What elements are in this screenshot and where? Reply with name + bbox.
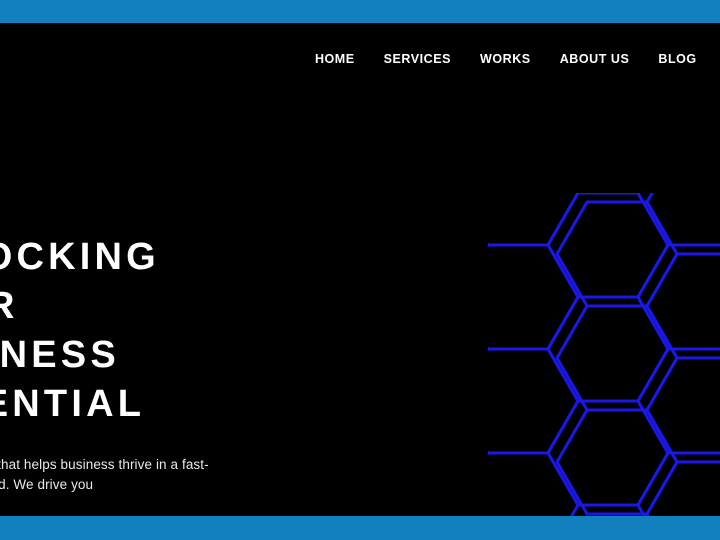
hex-layer-a	[488, 193, 720, 516]
nav-item-services[interactable]: SERVICES	[384, 53, 451, 66]
hexagon-pattern-decoration	[488, 193, 720, 516]
hero-heading-line-3: BUSINESS	[0, 334, 120, 376]
page-canvas: LOGIXIL HOME SERVICES WORKS ABOUT US BLO…	[0, 23, 720, 516]
browser-viewport: LOGIXIL HOME SERVICES WORKS ABOUT US BLO…	[0, 0, 720, 540]
nav-item-works[interactable]: WORKS	[480, 53, 531, 66]
hex-layer-b	[555, 193, 720, 516]
hero-section: UNLOCKING YOUR BUSINESS POTENTIAL A grow…	[0, 233, 452, 495]
hero-heading-line-2: YOUR	[0, 285, 19, 327]
window-top-bar	[0, 0, 720, 23]
nav-item-blog[interactable]: BLOG	[658, 53, 696, 66]
nav-item-home[interactable]: HOME	[315, 53, 355, 66]
nav-item-about-us[interactable]: ABOUT US	[560, 53, 630, 66]
hero-heading: UNLOCKING YOUR BUSINESS POTENTIAL	[0, 233, 452, 429]
window-bottom-bar	[0, 516, 720, 540]
hero-heading-line-1: UNLOCKING	[0, 236, 160, 278]
main-navigation: HOME SERVICES WORKS ABOUT US BLOG LET'S …	[315, 41, 720, 78]
hero-subtext: A growth agency that helps business thri…	[0, 457, 209, 492]
hero-heading-line-4: POTENTIAL	[0, 383, 146, 425]
hexagon-lattice-svg	[488, 193, 720, 516]
site-header: LOGIXIL HOME SERVICES WORKS ABOUT US BLO…	[0, 23, 720, 95]
